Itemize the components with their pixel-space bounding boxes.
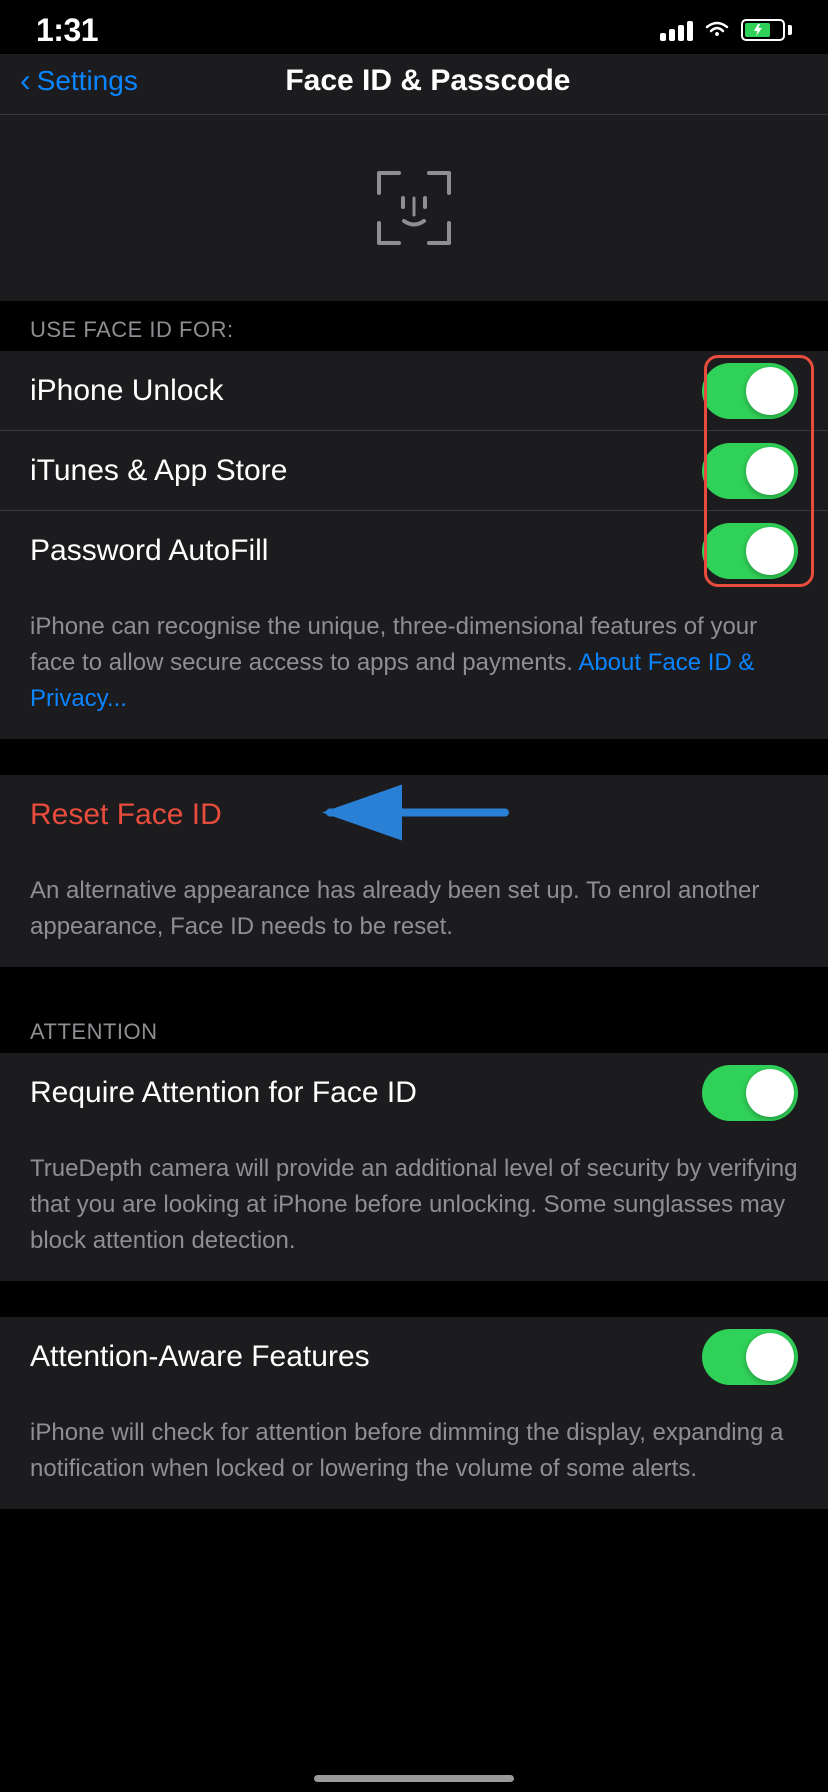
- section-gap-2: [0, 967, 828, 1003]
- page-title: Face ID & Passcode: [138, 64, 718, 98]
- attention-aware-row: Attention-Aware Features: [0, 1317, 828, 1397]
- signal-icon: [660, 19, 693, 41]
- status-time: 1:31: [36, 12, 98, 49]
- section-gap-3: [0, 1281, 828, 1317]
- reset-description: An alternative appearance has already be…: [0, 855, 828, 967]
- toggle-knob: [746, 1333, 794, 1381]
- wifi-icon: [703, 19, 731, 41]
- password-autofill-label: Password AutoFill: [30, 534, 268, 568]
- toggle-knob: [746, 527, 794, 575]
- home-indicator: [314, 1775, 514, 1782]
- require-attention-row: Require Attention for Face ID: [0, 1053, 828, 1133]
- toggle-knob: [746, 447, 794, 495]
- require-attention-toggle[interactable]: [702, 1065, 798, 1121]
- itunes-appstore-row: iTunes & App Store: [0, 431, 828, 511]
- reset-section-wrapper: Reset Face ID: [0, 775, 828, 855]
- iphone-unlock-row: iPhone Unlock: [0, 351, 828, 431]
- password-autofill-row: Password AutoFill: [0, 511, 828, 591]
- chevron-left-icon: ‹: [20, 64, 31, 96]
- status-icons: [660, 19, 792, 41]
- iphone-unlock-toggle[interactable]: [702, 363, 798, 419]
- battery-icon: [741, 19, 792, 41]
- use-face-id-header: USE FACE ID FOR:: [0, 301, 828, 351]
- section-gap-1: [0, 739, 828, 775]
- back-button[interactable]: ‹ Settings: [20, 65, 138, 97]
- itunes-appstore-label: iTunes & App Store: [30, 454, 287, 488]
- face-id-description: iPhone can recognise the unique, three-d…: [0, 591, 828, 739]
- status-bar: 1:31: [0, 0, 828, 54]
- face-id-icon: [369, 163, 459, 253]
- itunes-appstore-toggle[interactable]: [702, 443, 798, 499]
- attention-aware-toggle[interactable]: [702, 1329, 798, 1385]
- attention-aware-group: Attention-Aware Features: [0, 1317, 828, 1397]
- attention-aware-label: Attention-Aware Features: [30, 1340, 370, 1374]
- face-id-toggles-group: iPhone Unlock iTunes & App Store Passwor…: [0, 351, 828, 591]
- reset-face-id-row[interactable]: Reset Face ID: [0, 775, 828, 855]
- iphone-unlock-label: iPhone Unlock: [30, 374, 223, 408]
- attention-toggles-group: Require Attention for Face ID: [0, 1053, 828, 1133]
- face-id-header: [0, 115, 828, 301]
- back-label: Settings: [37, 65, 138, 97]
- attention-section-header: ATTENTION: [0, 1003, 828, 1053]
- nav-bar: ‹ Settings Face ID & Passcode: [0, 54, 828, 114]
- password-autofill-toggle[interactable]: [702, 523, 798, 579]
- toggle-knob: [746, 367, 794, 415]
- reset-face-id-label: Reset Face ID: [30, 798, 222, 832]
- toggle-knob: [746, 1069, 794, 1117]
- require-attention-label: Require Attention for Face ID: [30, 1076, 417, 1110]
- attention-aware-description: iPhone will check for attention before d…: [0, 1397, 828, 1509]
- attention-description: TrueDepth camera will provide an additio…: [0, 1133, 828, 1281]
